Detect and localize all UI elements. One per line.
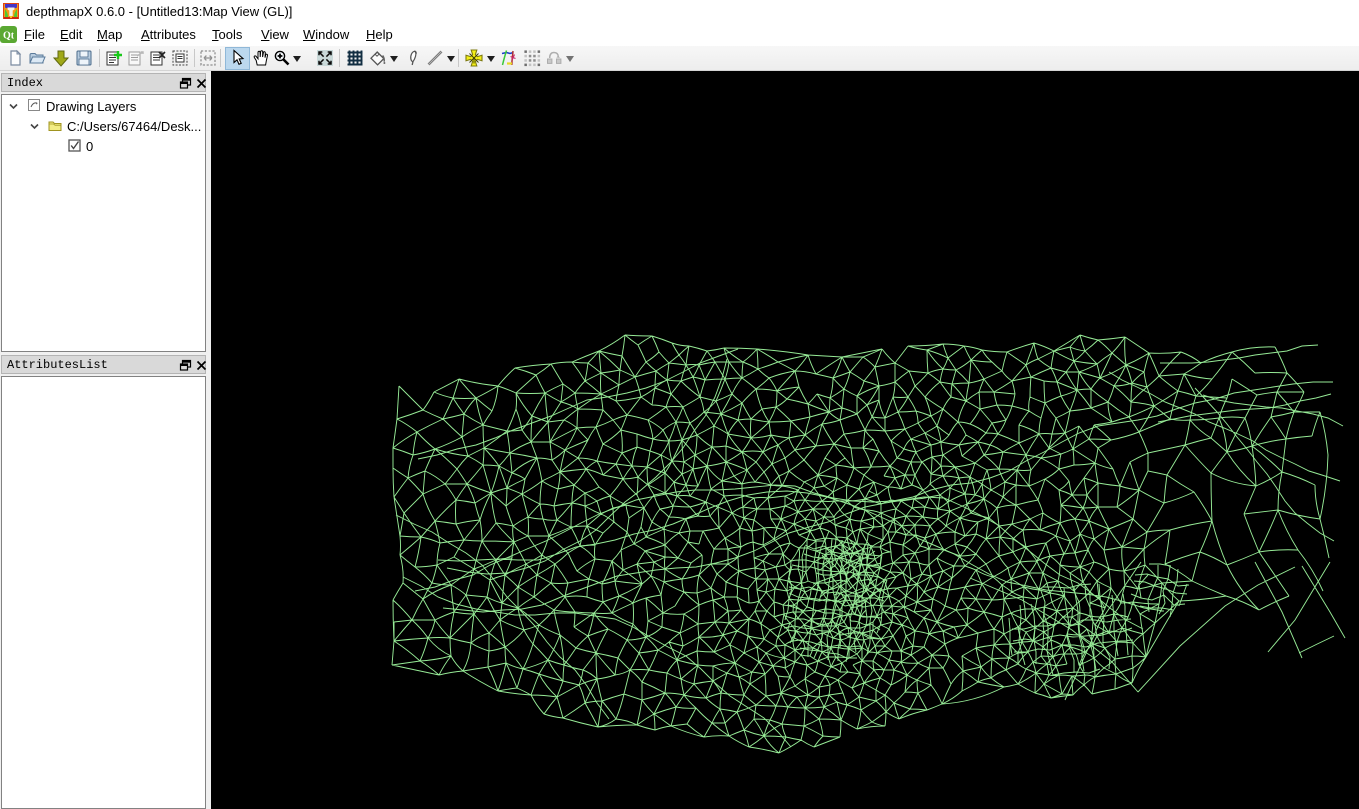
svg-text:Qt: Qt bbox=[3, 31, 15, 42]
